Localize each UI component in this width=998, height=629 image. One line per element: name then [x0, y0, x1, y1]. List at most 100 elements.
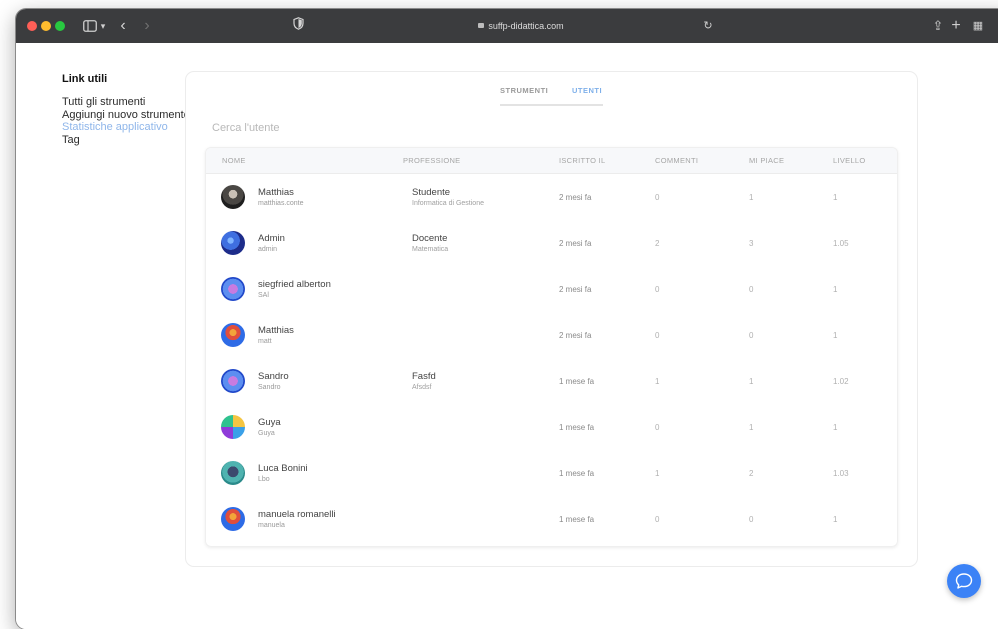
joined-cell: 1 mese fa	[559, 515, 595, 524]
user-handle: matthias.conte	[258, 200, 304, 207]
table-row[interactable]: Sandro Sandro Fasfd Afsdsf 1 mese fa 1 1…	[206, 358, 897, 405]
header-commenti: COMMENTI	[655, 156, 699, 165]
likes-cell: 0	[749, 285, 754, 294]
useful-links-sidebar: Link utili Tutti gli strumenti Aggiungi …	[62, 73, 192, 146]
level-cell: 1.03	[833, 469, 849, 478]
comments-cell: 0	[655, 193, 660, 202]
comments-cell: 0	[655, 515, 660, 524]
joined-cell: 2 mesi fa	[559, 239, 592, 248]
table-row[interactable]: Admin admin Docente Matematica 2 mesi fa…	[206, 220, 897, 267]
share-icon[interactable]: ⇪	[931, 17, 945, 35]
chat-button[interactable]	[947, 564, 981, 598]
tab-overview-icon[interactable]: ▦	[971, 17, 985, 35]
user-name: Sandro	[258, 371, 289, 382]
sidebar-toggle-icon[interactable]	[83, 17, 97, 35]
comments-cell: 0	[655, 331, 660, 340]
likes-cell: 0	[749, 331, 754, 340]
user-name: Matthias	[258, 187, 294, 198]
joined-cell: 2 mesi fa	[559, 193, 592, 202]
address-bar[interactable]: suffp-didattica.com	[446, 19, 596, 33]
user-profession: Docente	[412, 233, 448, 244]
user-field: Afsdsf	[412, 384, 432, 391]
privacy-shield-icon[interactable]	[291, 17, 305, 35]
chat-bubble-icon	[955, 573, 973, 589]
user-name: Guya	[258, 417, 281, 428]
level-cell: 1.02	[833, 377, 849, 386]
back-icon[interactable]: ‹	[118, 17, 128, 35]
table-row[interactable]: Luca Bonini Lbo 1 mese fa 1 2 1.03	[206, 450, 897, 497]
tab-strumenti[interactable]: STRUMENTI	[500, 86, 548, 95]
level-cell: 1	[833, 331, 838, 340]
user-handle: matt	[258, 338, 272, 345]
comments-cell: 0	[655, 423, 660, 432]
table-row[interactable]: manuela romanelli manuela 1 mese fa 0 0 …	[206, 496, 897, 542]
user-avatar	[221, 507, 245, 531]
user-name: manuela romanelli	[258, 509, 336, 520]
user-handle: manuela	[258, 522, 285, 529]
address-url: suffp-didattica.com	[488, 21, 564, 31]
user-name: Matthias	[258, 325, 294, 336]
user-field: Informatica di Gestione	[412, 200, 484, 207]
minimize-window-button[interactable]	[41, 21, 51, 31]
close-window-button[interactable]	[27, 21, 37, 31]
browser-window: ▾ ‹ › suffp-didattica.com ↻ ⇪ + ▦ Link u…	[16, 9, 998, 629]
level-cell: 1	[833, 423, 838, 432]
sidebar-link-all-tools[interactable]: Tutti gli strumenti	[62, 96, 192, 109]
sidebar-link-statistics[interactable]: Statistiche applicativo	[62, 121, 192, 134]
forward-icon[interactable]: ›	[142, 17, 152, 35]
users-table: NOME PROFESSIONE ISCRITTO IL COMMENTI MI…	[205, 147, 898, 547]
likes-cell: 1	[749, 193, 754, 202]
comments-cell: 0	[655, 285, 660, 294]
comments-cell: 2	[655, 239, 660, 248]
joined-cell: 1 mese fa	[559, 423, 595, 432]
level-cell: 1	[833, 285, 838, 294]
likes-cell: 0	[749, 515, 754, 524]
browser-toolbar: ▾ ‹ › suffp-didattica.com ↻ ⇪ + ▦	[16, 9, 998, 43]
user-name: Admin	[258, 233, 285, 244]
header-iscritto: ISCRITTO IL	[559, 156, 606, 165]
header-professione: PROFESSIONE	[403, 156, 461, 165]
table-header: NOME PROFESSIONE ISCRITTO IL COMMENTI MI…	[206, 148, 897, 174]
header-mi-piace: MI PIACE	[749, 156, 785, 165]
header-nome: NOME	[222, 156, 246, 165]
statistics-panel: STRUMENTI UTENTI NOME PROFESSIONE ISCRIT…	[185, 71, 918, 567]
reload-icon[interactable]: ↻	[702, 17, 714, 35]
joined-cell: 1 mese fa	[559, 469, 595, 478]
likes-cell: 2	[749, 469, 754, 478]
search-input[interactable]	[212, 120, 442, 136]
user-handle: SAl	[258, 292, 269, 299]
sidebar-link-add-tool[interactable]: Aggiungi nuovo strumento	[62, 109, 192, 122]
table-row[interactable]: Matthias matthias.conte Studente Informa…	[206, 174, 897, 221]
table-row[interactable]: Guya Guya 1 mese fa 0 1 1	[206, 404, 897, 451]
zoom-window-button[interactable]	[55, 21, 65, 31]
level-cell: 1	[833, 193, 838, 202]
likes-cell: 1	[749, 423, 754, 432]
user-field: Matematica	[412, 246, 449, 253]
comments-cell: 1	[655, 469, 660, 478]
user-name: siegfried alberton	[258, 279, 331, 290]
lock-icon	[478, 23, 485, 28]
joined-cell: 2 mesi fa	[559, 331, 592, 340]
user-avatar	[221, 323, 245, 347]
chevron-down-icon[interactable]: ▾	[99, 17, 107, 35]
user-avatar	[221, 461, 245, 485]
user-avatar	[221, 185, 245, 209]
user-profession: Studente	[412, 187, 451, 198]
user-handle: admin	[258, 246, 278, 253]
joined-cell: 2 mesi fa	[559, 285, 592, 294]
likes-cell: 1	[749, 377, 754, 386]
user-avatar	[221, 277, 245, 301]
page-content: Link utili Tutti gli strumenti Aggiungi …	[16, 43, 998, 629]
user-avatar	[221, 369, 245, 393]
user-handle: Guya	[258, 430, 275, 437]
sidebar-link-tag[interactable]: Tag	[62, 134, 192, 147]
user-handle: Lbo	[258, 476, 270, 483]
table-row[interactable]: siegfried alberton SAl 2 mesi fa 0 0 1	[206, 266, 897, 313]
user-profession: Fasfd	[412, 371, 436, 382]
table-row[interactable]: Matthias matt 2 mesi fa 0 0 1	[206, 312, 897, 359]
new-tab-icon[interactable]: +	[949, 17, 963, 35]
user-name: Luca Bonini	[258, 463, 308, 474]
joined-cell: 1 mese fa	[559, 377, 595, 386]
tab-underline	[500, 104, 603, 106]
tab-utenti[interactable]: UTENTI	[572, 86, 602, 95]
